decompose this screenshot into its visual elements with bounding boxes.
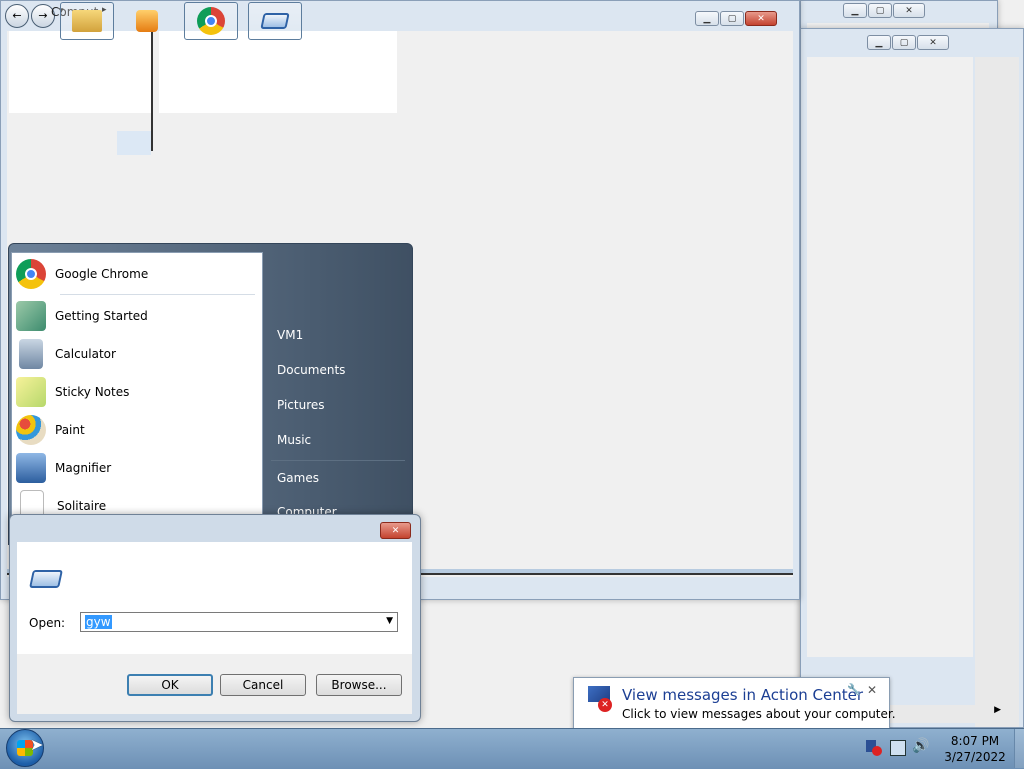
maximize-button[interactable]: ▢	[720, 11, 744, 26]
chrome-icon	[197, 7, 225, 35]
calculator-icon	[19, 339, 43, 369]
media-player-icon	[136, 10, 158, 32]
navigation-pane[interactable]	[9, 31, 151, 113]
content-pane[interactable]	[159, 31, 397, 113]
start-right-games[interactable]: Games	[277, 471, 319, 485]
run-dialog[interactable]: ✕ Open: gyw ▼ OK Cancel Browse...	[9, 514, 421, 722]
wrench-icon[interactable]: 🔧	[847, 683, 861, 696]
start-item-label: Sticky Notes	[55, 385, 130, 399]
start-item-label: Paint	[55, 423, 85, 437]
start-item-paint[interactable]: Paint	[12, 413, 260, 447]
ok-button[interactable]: OK	[127, 674, 213, 696]
action-center-flag-icon: ✕	[584, 686, 612, 712]
taskbar-run[interactable]	[248, 2, 302, 40]
run-icon	[260, 13, 290, 29]
notification-subtitle: Click to view messages about your comput…	[622, 707, 896, 721]
run-dialog-body: Open: gyw ▼	[17, 542, 412, 654]
start-item-magnifier[interactable]: Magnifier	[12, 451, 260, 485]
taskbar-media-player[interactable]	[120, 2, 174, 40]
start-item-sticky-notes[interactable]: Sticky Notes	[12, 375, 260, 409]
background-window-2[interactable]: ▁ ▢ ✕ ▼ ▶	[800, 28, 1024, 728]
start-item-google-chrome[interactable]: Google Chrome	[12, 257, 260, 291]
browse-button[interactable]: Browse...	[316, 674, 402, 696]
selected-item[interactable]	[117, 131, 151, 155]
clock-time: 8:07 PM	[950, 734, 1000, 748]
maximize-button[interactable]: ▢	[892, 35, 916, 50]
magnifier-icon	[16, 453, 46, 483]
vertical-scrollbar[interactable]: ▼	[975, 57, 1019, 727]
start-item-calculator[interactable]: Calculator	[12, 337, 260, 371]
clock-date: 3/27/2022	[944, 750, 1006, 764]
window-2-client	[807, 57, 973, 657]
minimize-button[interactable]: ▁	[695, 11, 719, 26]
window-2-caption-buttons: ▁ ▢ ✕	[867, 35, 949, 50]
start-right-documents[interactable]: Documents	[277, 363, 345, 377]
close-icon[interactable]: ✕	[867, 683, 877, 697]
dropdown-arrow-icon[interactable]: ▼	[386, 616, 393, 626]
minimize-button[interactable]: ▁	[867, 35, 891, 50]
start-menu-programs: Google Chrome Getting Started Calculator…	[11, 252, 263, 546]
network-icon[interactable]	[890, 740, 906, 756]
volume-icon[interactable]: 🔊	[912, 738, 929, 754]
start-item-label: Google Chrome	[55, 267, 149, 281]
taskbar-explorer[interactable]	[60, 2, 114, 40]
minimize-button[interactable]: ▁	[843, 3, 867, 18]
pane-splitter[interactable]	[151, 31, 153, 151]
cancel-button[interactable]: Cancel	[220, 674, 306, 696]
start-right-music[interactable]: Music	[277, 433, 311, 447]
sticky-notes-icon	[16, 377, 46, 407]
start-right-vm1[interactable]: VM1	[277, 328, 303, 342]
start-item-label: Calculator	[55, 347, 116, 361]
taskbar-chrome[interactable]	[184, 2, 238, 40]
start-item-label: Magnifier	[55, 461, 112, 475]
run-dialog-footer: OK Cancel Browse...	[17, 654, 412, 714]
open-label: Open:	[29, 616, 66, 630]
getting-started-icon	[16, 301, 46, 331]
run-icon	[29, 570, 63, 588]
open-combobox[interactable]: gyw ▼	[80, 612, 398, 632]
start-item-getting-started[interactable]: Getting Started	[12, 299, 260, 333]
notification-title[interactable]: View messages in Action Center	[622, 686, 863, 704]
chrome-icon	[16, 259, 46, 289]
window-3-caption-buttons: ▁ ▢ ✕	[843, 3, 925, 18]
run-close-button-wrapper: ✕	[380, 522, 411, 539]
start-menu: Google Chrome Getting Started Calculator…	[8, 243, 413, 546]
action-center-tray-icon[interactable]	[866, 740, 882, 756]
start-menu-separator	[60, 294, 255, 295]
show-desktop-button[interactable]	[1014, 729, 1024, 768]
paint-icon	[16, 415, 46, 445]
nav-buttons: ← →	[5, 4, 55, 28]
maximize-button[interactable]: ▢	[868, 3, 892, 18]
close-button[interactable]: ✕	[745, 11, 777, 26]
clock[interactable]: 8:07 PM 3/27/2022	[940, 733, 1010, 765]
close-button[interactable]: ✕	[893, 3, 925, 18]
close-button[interactable]: ✕	[917, 35, 949, 50]
action-center-notification[interactable]: ✕ View messages in Action Center Click t…	[573, 677, 896, 731]
open-input[interactable]: gyw	[85, 615, 112, 629]
explorer-caption-buttons: ▁ ▢ ✕	[695, 11, 777, 26]
close-button[interactable]: ✕	[380, 522, 411, 539]
start-right-separator	[271, 460, 405, 461]
folder-icon	[72, 10, 102, 32]
mouse-cursor-icon: ➤	[30, 735, 44, 754]
start-right-pictures[interactable]: Pictures	[277, 398, 325, 412]
start-item-label: Getting Started	[55, 309, 148, 323]
back-arrow-icon[interactable]: ←	[5, 4, 29, 28]
start-item-label: Solitaire	[57, 499, 107, 513]
